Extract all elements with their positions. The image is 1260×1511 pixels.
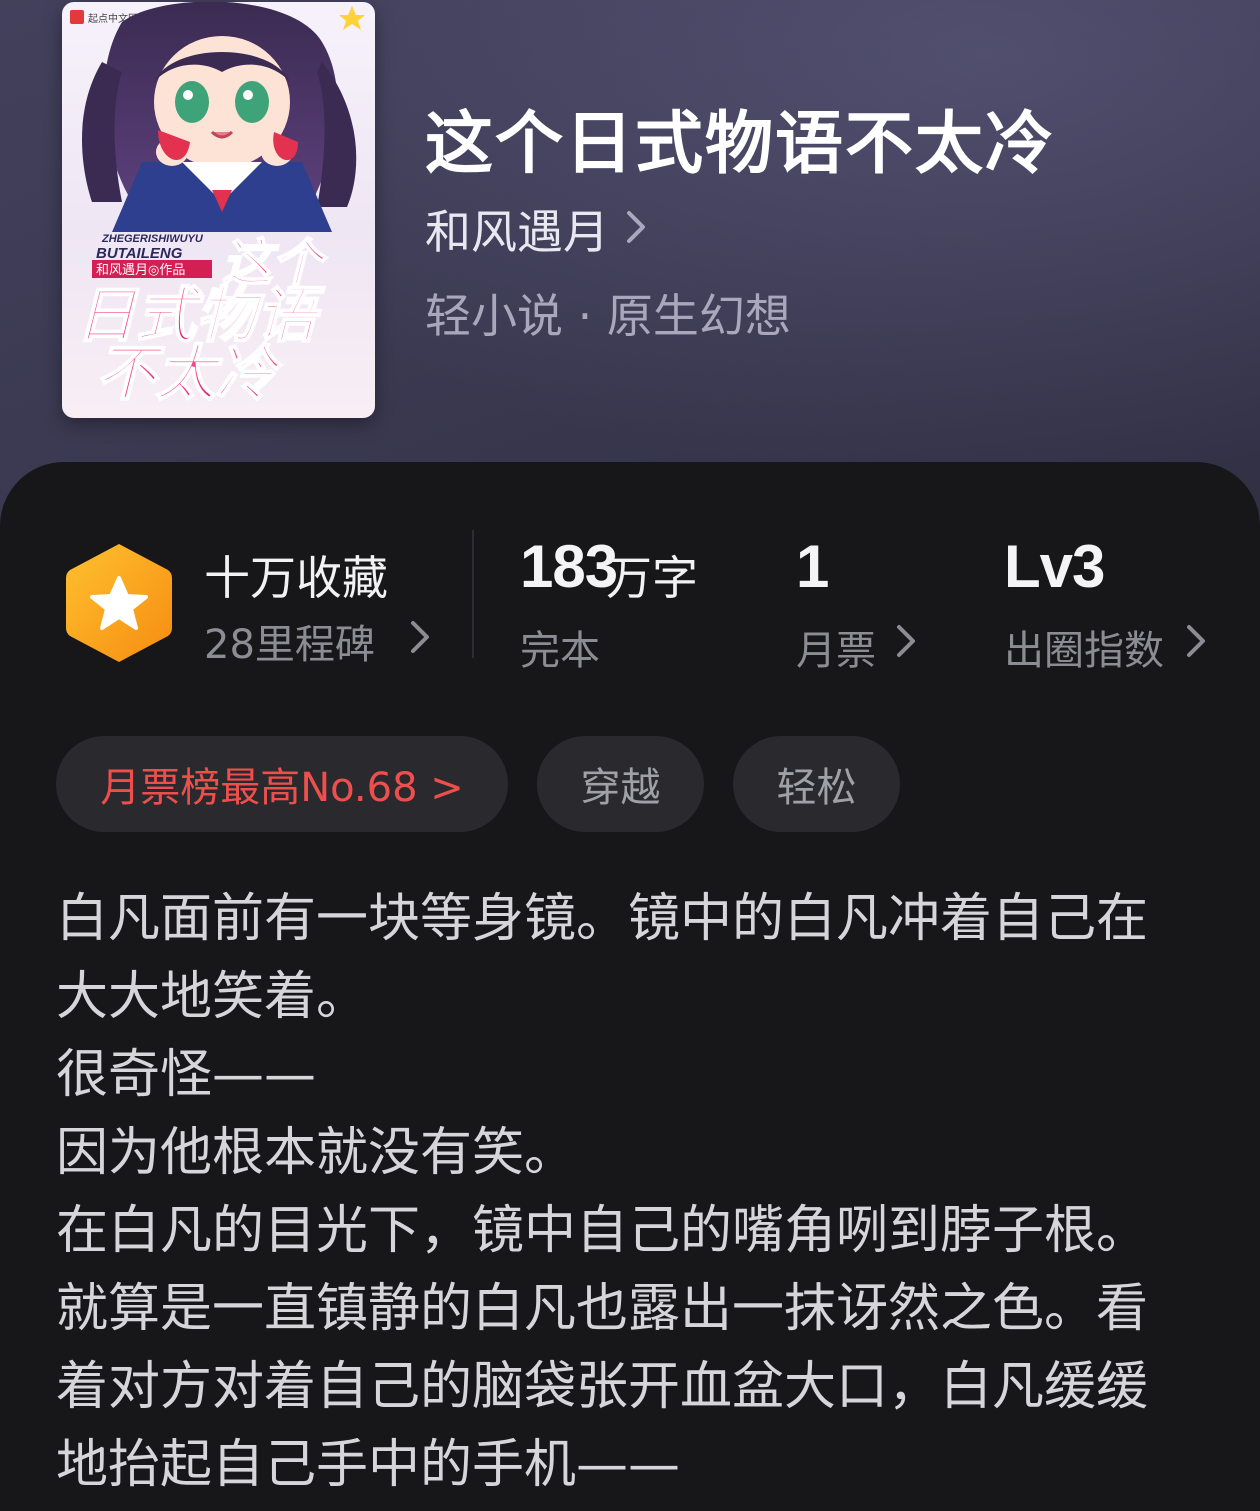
stats-row: 十万收藏 28里程碑 183 万字 完本 1 月票 Lv3 出圈指数 [0,462,1260,702]
synopsis-line: 就算是一直镇静的白凡也露出一抹讶然之色。看 [56,1279,1149,1339]
cover-pinyin-line1: ZHEGERISHIWUYU [101,233,204,245]
author-link[interactable]: 和风遇月 [425,196,647,262]
book-category: 轻小说 · 原生幻想 [425,289,791,343]
book-title: 这个日式物语不太冷 [425,104,1056,184]
book-synopsis[interactable]: 白凡面前有一块等身镜。镜中的白凡冲着自己在 大大地笑着。 很奇怪—— 因为他根本… [56,880,1206,1504]
synopsis-line: 着对方对着自己的脑袋张开血盆大口，白凡缓缓 [56,1357,1149,1417]
collection-milestone-title: 十万收藏 [204,551,388,605]
monthly-rank-tag[interactable]: 月票榜最高No.68 > [56,736,508,832]
collection-milestone-sub[interactable]: 28里程碑 [204,612,375,670]
synopsis-line: 地抬起自己手中的手机—— [56,1435,681,1495]
synopsis-line: 在白凡的目光下，镜中自己的嘴角咧到脖子根。 [56,1201,1149,1261]
book-detail-page: 起点中文网 ZHEGERISHIWUYU BUTAILENG 和风遇月◎作品 这… [0,0,1260,1511]
popularity-level: Lv3 [1004,533,1105,600]
monthly-ticket-number: 1 [796,533,829,600]
book-status: 完本 [520,628,600,674]
synopsis-line: 大大地笑着。 [56,967,369,1027]
cover-title-line3: 不太冷 [96,339,283,409]
popularity-label[interactable]: 出圈指数 [1004,618,1164,676]
star-badge-icon [62,540,176,666]
synopsis-line: 因为他根本就没有笑。 [56,1123,577,1183]
chevron-right-icon [625,209,647,249]
cover-byline: 和风遇月◎作品 [96,263,185,278]
chevron-right-icon[interactable] [1184,622,1208,660]
chevron-right-icon[interactable] [408,618,432,656]
chevron-right-icon[interactable] [894,622,918,660]
author-name: 和风遇月 [425,205,609,259]
synopsis-line: 白凡面前有一块等身镜。镜中的白凡冲着自己在 [56,889,1149,949]
cover-pinyin-line2: BUTAILENG [96,245,183,262]
book-info-sheet: 十万收藏 28里程碑 183 万字 完本 1 月票 Lv3 出圈指数 月票榜最高… [0,462,1260,1511]
synopsis-line: 很奇怪—— [56,1045,317,1105]
stats-divider [472,530,474,658]
genre-tag-chuanyue[interactable]: 穿越 [537,736,704,832]
book-cover-image[interactable]: 起点中文网 ZHEGERISHIWUYU BUTAILENG 和风遇月◎作品 这… [62,2,375,418]
genre-tag-qingsong[interactable]: 轻松 [733,736,900,832]
monthly-ticket-label[interactable]: 月票 [796,618,876,676]
word-count-number: 183 [520,533,618,600]
word-count-unit: 万字 [606,551,698,605]
